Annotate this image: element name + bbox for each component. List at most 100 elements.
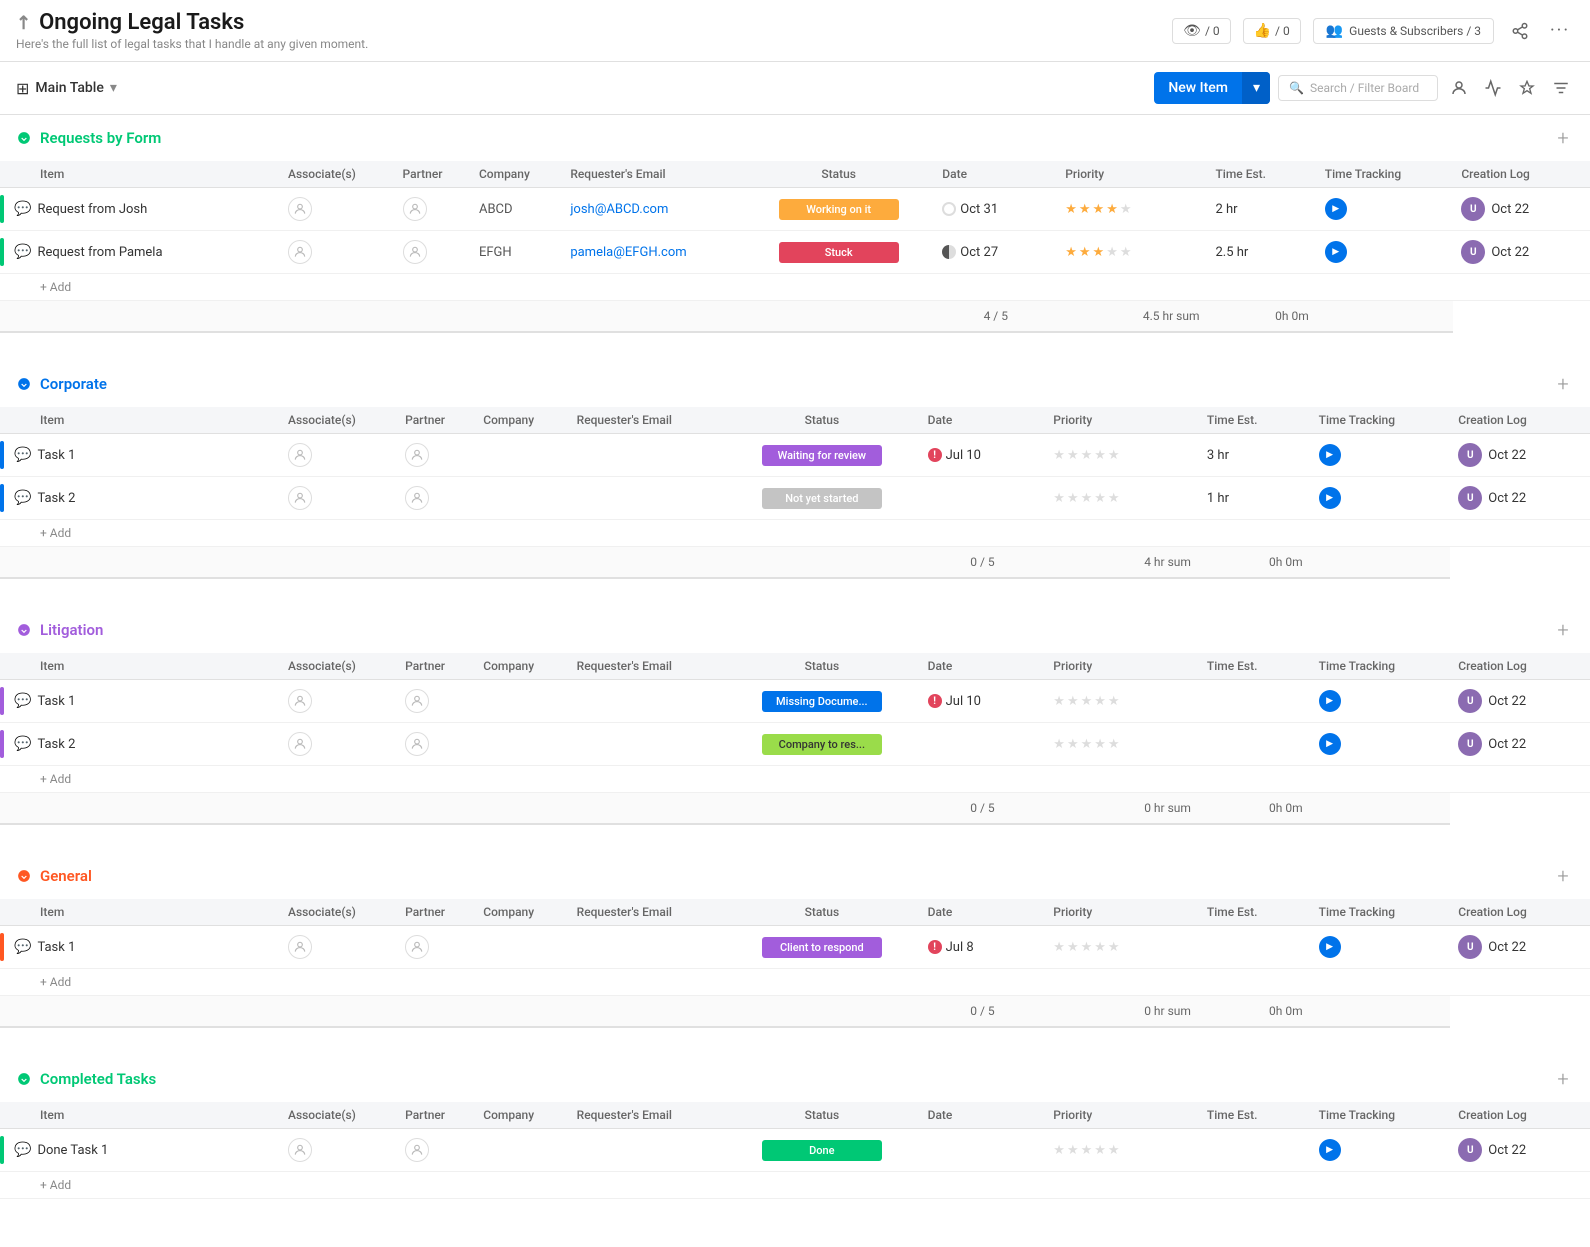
summary-log bbox=[1311, 996, 1451, 1028]
group-name-general[interactable]: General bbox=[40, 867, 92, 885]
group-collapse-icon-corporate[interactable] bbox=[16, 376, 32, 392]
play-btn[interactable]: ▶ bbox=[1319, 444, 1341, 466]
star-2: ★ bbox=[1067, 737, 1079, 752]
add-row-cell[interactable]: + Add bbox=[0, 274, 1590, 301]
associates-person-icon[interactable] bbox=[288, 935, 312, 959]
partner-person-icon[interactable] bbox=[403, 197, 427, 221]
group-add-btn-litigation[interactable]: + bbox=[1552, 619, 1574, 641]
status-badge[interactable]: Missing Docume... bbox=[762, 691, 882, 712]
viewers-btn[interactable]: 👁 / 0 bbox=[1172, 18, 1230, 44]
partner-person-icon[interactable] bbox=[403, 240, 427, 264]
associates-person-icon[interactable] bbox=[288, 689, 312, 713]
new-item-arrow-icon[interactable]: ▾ bbox=[1242, 72, 1270, 104]
group-name-requests[interactable]: Requests by Form bbox=[40, 129, 161, 147]
associates-person-icon[interactable] bbox=[288, 443, 312, 467]
new-item-btn[interactable]: New Item ▾ bbox=[1154, 72, 1270, 104]
add-row[interactable]: + Add bbox=[0, 520, 1590, 547]
chat-icon[interactable]: 💬 bbox=[14, 693, 31, 709]
main-table-btn[interactable]: ⊞ Main Table ▾ bbox=[16, 79, 117, 98]
add-row[interactable]: + Add bbox=[0, 1172, 1590, 1199]
add-row-cell[interactable]: + Add bbox=[0, 520, 1590, 547]
status-badge[interactable]: Company to res... bbox=[762, 734, 882, 755]
filter-icon-btn[interactable] bbox=[1548, 75, 1574, 101]
partner-person-icon[interactable] bbox=[405, 443, 429, 467]
play-btn[interactable]: ▶ bbox=[1319, 690, 1341, 712]
cell-company-1: EFGH bbox=[471, 231, 562, 274]
partner-person-icon[interactable] bbox=[405, 935, 429, 959]
share-icon-btn[interactable] bbox=[1506, 17, 1534, 45]
more-icon-btn[interactable]: ··· bbox=[1546, 17, 1574, 45]
activity-icon-btn[interactable] bbox=[1480, 75, 1506, 101]
email-link[interactable]: josh@ABCD.com bbox=[570, 202, 668, 217]
play-btn[interactable]: ▶ bbox=[1319, 936, 1341, 958]
add-row-cell[interactable]: + Add bbox=[0, 766, 1590, 793]
group-name-litigation[interactable]: Litigation bbox=[40, 621, 103, 639]
cell-time-tracking-0: ▶ bbox=[1311, 434, 1451, 477]
chat-icon[interactable]: 💬 bbox=[14, 244, 31, 260]
associates-person-icon[interactable] bbox=[288, 1138, 312, 1162]
group-collapse-icon-completed[interactable] bbox=[16, 1071, 32, 1087]
group-collapse-icon-requests[interactable] bbox=[16, 130, 32, 146]
play-btn[interactable]: ▶ bbox=[1319, 1139, 1341, 1161]
group-header-corporate: Corporate + bbox=[0, 361, 1590, 407]
associates-person-icon[interactable] bbox=[288, 732, 312, 756]
chat-icon[interactable]: 💬 bbox=[14, 736, 31, 752]
search-filter-box[interactable]: 🔍 Search / Filter Board bbox=[1278, 75, 1438, 101]
col-header-associate(s): Associate(s) bbox=[280, 407, 397, 434]
likes-btn[interactable]: 👍 / 0 bbox=[1243, 18, 1301, 44]
chat-icon[interactable]: 💬 bbox=[14, 1142, 31, 1158]
group-add-btn-completed[interactable]: + bbox=[1552, 1068, 1574, 1090]
cell-creation-log-0: U Oct 22 bbox=[1450, 680, 1590, 723]
associates-person-icon[interactable] bbox=[288, 197, 312, 221]
play-btn[interactable]: ▶ bbox=[1325, 241, 1347, 263]
status-badge[interactable]: Working on it bbox=[779, 199, 899, 220]
chat-icon[interactable]: 💬 bbox=[14, 201, 31, 217]
partner-person-icon[interactable] bbox=[405, 689, 429, 713]
date-alert-indicator: ! bbox=[928, 694, 942, 708]
star-2: ★ bbox=[1067, 940, 1079, 955]
cell-company-0: ABCD bbox=[471, 188, 562, 231]
group-name-completed[interactable]: Completed Tasks bbox=[40, 1070, 156, 1088]
status-badge[interactable]: Waiting for review bbox=[762, 445, 882, 466]
add-row[interactable]: + Add bbox=[0, 969, 1590, 996]
play-btn[interactable]: ▶ bbox=[1325, 198, 1347, 220]
email-link[interactable]: pamela@EFGH.com bbox=[570, 245, 686, 260]
cell-time-est-0: 3 hr bbox=[1199, 434, 1311, 477]
pin-icon-btn[interactable] bbox=[1514, 75, 1540, 101]
group-collapse-icon-litigation[interactable] bbox=[16, 622, 32, 638]
partner-person-icon[interactable] bbox=[405, 732, 429, 756]
group-collapse-icon-general[interactable] bbox=[16, 868, 32, 884]
chat-icon[interactable]: 💬 bbox=[14, 447, 31, 463]
summary-priority: 0 / 5 bbox=[920, 793, 1046, 825]
group-add-btn-requests[interactable]: + bbox=[1552, 127, 1574, 149]
add-row[interactable]: + Add bbox=[0, 274, 1590, 301]
status-badge[interactable]: Done bbox=[762, 1140, 882, 1161]
group-name-corporate[interactable]: Corporate bbox=[40, 375, 107, 393]
group-add-btn-corporate[interactable]: + bbox=[1552, 373, 1574, 395]
guests-btn[interactable]: 👥 Guests & Subscribers / 3 bbox=[1313, 18, 1494, 44]
associates-person-icon[interactable] bbox=[288, 240, 312, 264]
partner-person-icon[interactable] bbox=[405, 486, 429, 510]
cell-priority-1: ★★★★★ bbox=[1045, 723, 1199, 766]
add-row-cell[interactable]: + Add bbox=[0, 969, 1590, 996]
chat-icon[interactable]: 💬 bbox=[14, 490, 31, 506]
status-badge[interactable]: Not yet started bbox=[762, 488, 882, 509]
associates-person-icon[interactable] bbox=[288, 486, 312, 510]
add-row[interactable]: + Add bbox=[0, 766, 1590, 793]
partner-person-icon[interactable] bbox=[405, 1138, 429, 1162]
table-row: 💬 Task 2 Not yet started bbox=[0, 477, 1590, 520]
log-date-text: Oct 22 bbox=[1488, 940, 1526, 955]
log-cell-inner: U Oct 22 bbox=[1458, 732, 1582, 756]
user-icon-btn[interactable] bbox=[1446, 75, 1472, 101]
status-badge[interactable]: Client to respond bbox=[762, 937, 882, 958]
chat-icon[interactable]: 💬 bbox=[14, 939, 31, 955]
summary-spacer bbox=[0, 996, 920, 1028]
cell-associates-0 bbox=[280, 1129, 397, 1172]
avatar: U bbox=[1458, 935, 1482, 959]
add-row-cell[interactable]: + Add bbox=[0, 1172, 1590, 1199]
search-placeholder: Search / Filter Board bbox=[1310, 81, 1419, 95]
play-btn[interactable]: ▶ bbox=[1319, 487, 1341, 509]
status-badge[interactable]: Stuck bbox=[779, 242, 899, 263]
play-btn[interactable]: ▶ bbox=[1319, 733, 1341, 755]
group-add-btn-general[interactable]: + bbox=[1552, 865, 1574, 887]
